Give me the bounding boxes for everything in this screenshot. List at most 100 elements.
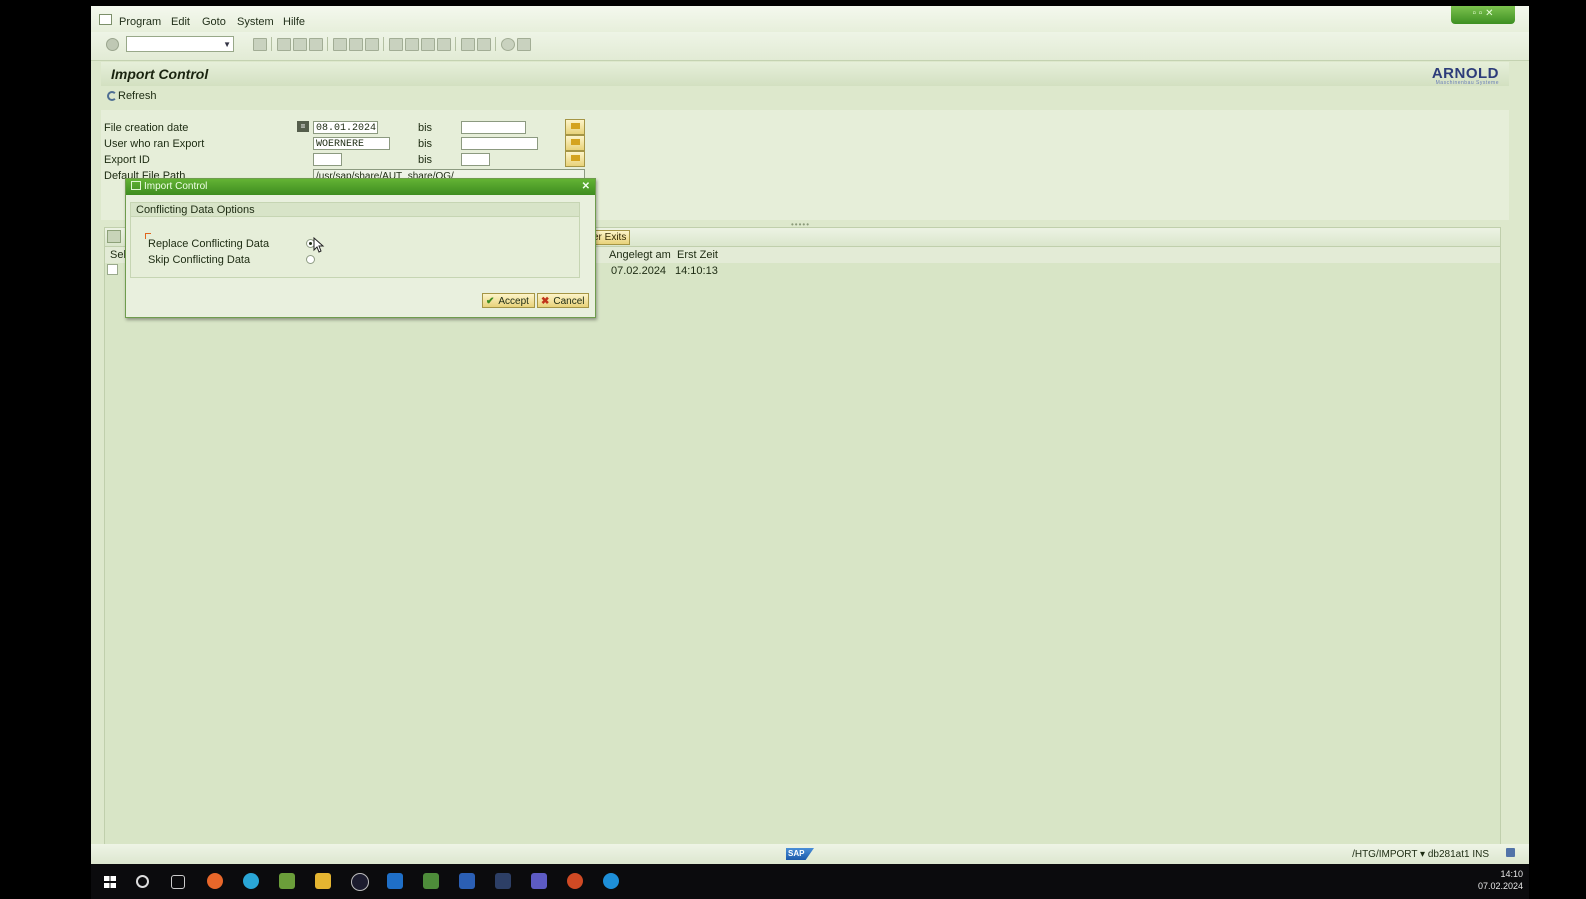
- windows-start-icon[interactable]: [104, 876, 116, 888]
- user-to[interactable]: [461, 137, 538, 150]
- import-control-dialog: Import Control ✕ Conflicting Data Option…: [125, 178, 596, 318]
- user-label: User who ran Export: [104, 138, 205, 150]
- arrow-right-icon: [570, 139, 580, 145]
- menu-goto[interactable]: Goto: [202, 16, 226, 28]
- sap-logon-icon[interactable]: [423, 873, 439, 889]
- previous-page-icon[interactable]: [405, 38, 419, 51]
- lock-icon[interactable]: [1506, 848, 1515, 857]
- export-id-from[interactable]: [313, 153, 342, 166]
- alv-grid: er Exits Sel Angelegt am Erst Zeit 07.02…: [104, 227, 1501, 851]
- close-icon[interactable]: ✕: [582, 179, 590, 195]
- column-header-erst-zeit[interactable]: Erst Zeit: [677, 249, 718, 261]
- cancel-icon[interactable]: [309, 38, 323, 51]
- app-icon[interactable]: [495, 873, 511, 889]
- skip-option-label[interactable]: Skip Conflicting Data: [148, 254, 250, 266]
- clock[interactable]: 14:10 07.02.2024: [1478, 868, 1523, 892]
- edge-icon[interactable]: [243, 873, 259, 889]
- dialog-title-bar[interactable]: Import Control ✕: [126, 179, 595, 195]
- powerpoint-icon[interactable]: [567, 873, 583, 889]
- conflicting-data-options-frame: Conflicting Data Options Replace Conflic…: [130, 202, 580, 278]
- file-explorer-icon[interactable]: [315, 873, 331, 889]
- arrow-right-icon: [570, 123, 580, 129]
- replace-option-label[interactable]: Replace Conflicting Data: [148, 238, 269, 250]
- back-icon[interactable]: [277, 38, 291, 51]
- command-field[interactable]: ▼: [126, 36, 234, 52]
- close-icon: ✖: [541, 296, 550, 307]
- print-icon[interactable]: [333, 38, 347, 51]
- export-id-label: Export ID: [104, 154, 150, 166]
- cancel-button[interactable]: ✖ Cancel: [537, 293, 589, 308]
- window-controls[interactable]: ▫ ▫ ✕: [1451, 6, 1515, 24]
- toolbar-separator: [495, 37, 496, 51]
- column-header-angelegt-am[interactable]: Angelegt am: [609, 249, 671, 261]
- toolbar-separator: [271, 37, 272, 51]
- new-session-icon[interactable]: [461, 38, 475, 51]
- accept-button[interactable]: ✔ Accept: [482, 293, 535, 308]
- multiple-selection-button[interactable]: [565, 119, 585, 135]
- multiple-selection-button[interactable]: [565, 135, 585, 151]
- first-page-icon[interactable]: [389, 38, 403, 51]
- save-icon[interactable]: [253, 38, 267, 51]
- multiple-selection-button[interactable]: [565, 151, 585, 167]
- row-selector[interactable]: [107, 264, 118, 275]
- edge-dev-icon[interactable]: [603, 873, 619, 889]
- window-menu-icon[interactable]: [99, 14, 112, 25]
- menu-edit[interactable]: Edit: [171, 16, 190, 28]
- window-icon: [131, 181, 141, 190]
- menu-hilfe[interactable]: Hilfe: [283, 16, 305, 28]
- checkmark-icon: ✔: [486, 296, 495, 307]
- last-page-icon[interactable]: [437, 38, 451, 51]
- system-info[interactable]: /HTG/IMPORT ▾ db281at1 INS: [1352, 849, 1489, 860]
- firefox-icon[interactable]: [207, 873, 223, 889]
- refresh-button[interactable]: Refresh: [107, 90, 157, 102]
- notepad-icon[interactable]: [279, 873, 295, 889]
- bis-label: bis: [418, 122, 433, 134]
- skip-radio[interactable]: [306, 255, 315, 264]
- page-title: Import Control: [111, 66, 209, 82]
- file-creation-date-from[interactable]: 08.01.2024: [313, 121, 378, 134]
- toolbar-separator: [455, 37, 456, 51]
- frame-title: Conflicting Data Options: [131, 203, 579, 217]
- teams-icon[interactable]: [531, 873, 547, 889]
- bis-label: bis: [418, 138, 433, 150]
- sap-logo: SAP: [786, 848, 814, 860]
- menu-program[interactable]: Program: [119, 16, 161, 28]
- cell-angelegt-am: 07.02.2024: [611, 265, 667, 277]
- find-next-icon[interactable]: [365, 38, 379, 51]
- status-bar: SAP /HTG/IMPORT ▾ db281at1 INS: [91, 844, 1529, 864]
- system-toolbar: ▼: [91, 32, 1529, 61]
- menu-bar: Program Edit Goto System Hilfe ▫ ▫ ✕: [91, 6, 1529, 32]
- enter-icon[interactable]: [106, 38, 119, 51]
- outlook-icon[interactable]: [387, 873, 403, 889]
- column-header-sel[interactable]: Sel: [110, 249, 126, 261]
- bis-label: bis: [418, 154, 433, 166]
- shortcut-icon[interactable]: [477, 38, 491, 51]
- mouse-cursor-icon: [313, 237, 325, 253]
- layout-icon[interactable]: [517, 38, 531, 51]
- menu-system[interactable]: System: [237, 16, 274, 28]
- file-creation-date-label: File creation date: [104, 122, 189, 134]
- help-icon[interactable]: [501, 38, 515, 51]
- task-view-icon[interactable]: [171, 875, 185, 889]
- toolbar-separator: [383, 37, 384, 51]
- user-from[interactable]: WOERNERE: [313, 137, 390, 150]
- arnold-logo: ARNOLD Maschinenbau Systeme: [1431, 65, 1499, 86]
- title-bar: Import Control ARNOLD Maschinenbau System…: [101, 62, 1509, 86]
- chevron-down-icon[interactable]: ▼: [223, 40, 231, 49]
- next-page-icon[interactable]: [421, 38, 435, 51]
- toolbar-separator: [327, 37, 328, 51]
- selection-option-icon[interactable]: =: [297, 121, 309, 132]
- search-icon[interactable]: [136, 875, 149, 888]
- windows-taskbar: 14:10 07.02.2024: [91, 864, 1529, 899]
- password-manager-icon[interactable]: [351, 873, 369, 891]
- file-creation-date-to[interactable]: [461, 121, 526, 134]
- word-icon[interactable]: [459, 873, 475, 889]
- dialog-title: Import Control: [144, 181, 208, 192]
- sap-window: Program Edit Goto System Hilfe ▫ ▫ ✕ ▼ I…: [91, 6, 1529, 864]
- export-id-to[interactable]: [461, 153, 490, 166]
- application-toolbar: Refresh: [101, 86, 1509, 108]
- cell-erst-zeit: 14:10:13: [675, 265, 718, 277]
- find-icon[interactable]: [349, 38, 363, 51]
- print-icon[interactable]: [107, 230, 121, 243]
- exit-icon[interactable]: [293, 38, 307, 51]
